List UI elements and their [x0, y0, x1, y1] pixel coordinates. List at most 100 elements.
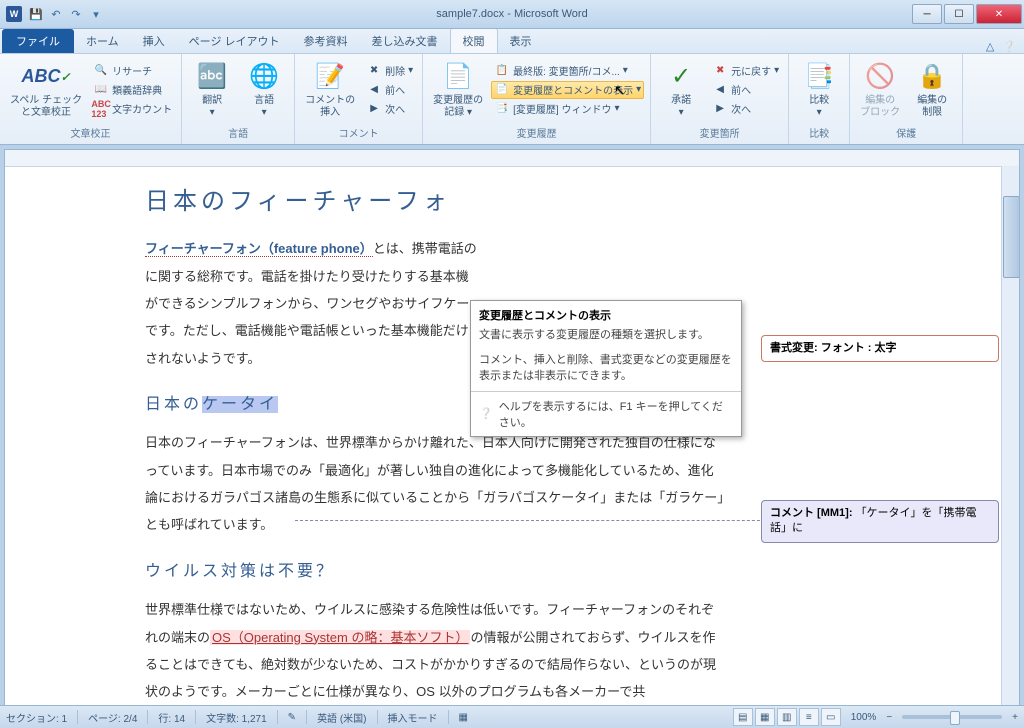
- delete-comment-button[interactable]: ✖削除 ▾: [363, 62, 416, 80]
- scroll-thumb[interactable]: [1003, 196, 1020, 278]
- group-label: 比較: [809, 123, 829, 142]
- zoom-out-button[interactable]: −: [886, 712, 892, 723]
- paragraph: フィーチャーフォン（feature phone）とは、携帯電話の: [145, 235, 725, 262]
- prev-comment-button[interactable]: ◀前へ: [363, 81, 416, 99]
- tab-references[interactable]: 参考資料: [292, 29, 360, 53]
- vertical-scrollbar[interactable]: [1001, 166, 1019, 710]
- doc-icon: 📋: [494, 63, 510, 79]
- status-language[interactable]: 英語 (米国): [317, 710, 366, 725]
- document-page[interactable]: 日本のフィーチャーフォ フィーチャーフォン（feature phone）とは、携…: [5, 167, 755, 711]
- paragraph: 日本のフィーチャーフォンは、世界標準からかけ離れた、日本人向けに開発された独自の…: [145, 429, 725, 538]
- group-compare: 📑比較▾ 比較: [789, 54, 850, 144]
- prev-change-button[interactable]: ◀前へ: [709, 81, 782, 99]
- prev-icon: ◀: [712, 82, 728, 98]
- statusbar: セクション: 1 ページ: 2/4 行: 14 文字数: 1,271 ✎ 英語 …: [0, 705, 1024, 728]
- language-button[interactable]: 🌐言語▾: [240, 59, 288, 121]
- tab-insert[interactable]: 挿入: [131, 29, 177, 53]
- compare-icon: 📑: [803, 61, 835, 93]
- markup-icon: 📄: [494, 82, 510, 98]
- status-page[interactable]: ページ: 2/4: [88, 710, 137, 725]
- compare-button[interactable]: 📑比較▾: [795, 59, 843, 121]
- reviewing-pane-button[interactable]: 📑[変更履歴] ウィンドウ ▾: [491, 100, 644, 118]
- status-insert-mode[interactable]: 挿入モード: [388, 710, 438, 725]
- block-authors-button[interactable]: 🚫編集の ブロック: [856, 59, 904, 121]
- zoom-level[interactable]: 100%: [851, 712, 877, 723]
- insert-comment-button[interactable]: 📝コメントの 挿入: [301, 59, 359, 121]
- fullscreen-view-button[interactable]: ▦: [755, 708, 775, 726]
- help-icon: ❔: [479, 407, 493, 420]
- group-comments: 📝コメントの 挿入 ✖削除 ▾ ◀前へ ▶次へ コメント: [295, 54, 423, 144]
- redo-icon[interactable]: ↷: [68, 6, 84, 22]
- qat-dropdown-icon[interactable]: ▾: [88, 6, 104, 22]
- show-markup-button[interactable]: 📄変更履歴とコメントの表示 ▾: [491, 81, 644, 99]
- tab-file[interactable]: ファイル: [2, 29, 74, 53]
- tooltip-footer: ❔ヘルプを表示するには、F1 キーを押してください。: [471, 391, 741, 436]
- comment-icon: 📝: [314, 61, 346, 93]
- ruler[interactable]: [5, 150, 1019, 167]
- tab-view[interactable]: 表示: [498, 29, 544, 53]
- pane-icon: 📑: [494, 101, 510, 117]
- next-comment-button[interactable]: ▶次へ: [363, 100, 416, 118]
- ribbon: ABC✓スペル チェック と文章校正 🔍リサーチ 📖類義語辞典 ABC123文字…: [0, 54, 1024, 145]
- track-changes-button[interactable]: 📄変更履歴の 記録 ▾: [429, 59, 487, 121]
- macro-icon[interactable]: ▦: [459, 712, 468, 723]
- outline-view-button[interactable]: ≡: [799, 708, 819, 726]
- selected-text: ケータイ: [202, 396, 278, 413]
- tab-layout[interactable]: ページ レイアウト: [177, 29, 292, 53]
- status-line[interactable]: 行: 14: [158, 710, 185, 725]
- status-words[interactable]: 文字数: 1,271: [206, 710, 267, 725]
- group-label: 変更履歴: [517, 123, 557, 142]
- tab-review[interactable]: 校閲: [450, 28, 498, 53]
- maximize-button[interactable]: ☐: [944, 4, 974, 24]
- paragraph: に関する総称です。電話を掛けたり受けたりする基本機: [145, 263, 725, 290]
- word-icon: W: [6, 6, 22, 22]
- view-buttons: ▤ ▦ ▥ ≡ ▭: [733, 708, 841, 726]
- tooltip-body: コメント、挿入と削除、書式変更などの変更履歴を表示または非表示にできます。: [471, 350, 741, 391]
- thesaurus-icon: 📖: [93, 82, 109, 98]
- block-icon: 🚫: [864, 61, 896, 93]
- accept-button[interactable]: ✓承諾▾: [657, 59, 705, 121]
- web-layout-view-button[interactable]: ▥: [777, 708, 797, 726]
- research-button[interactable]: 🔍リサーチ: [90, 62, 175, 80]
- balloon-comment-mm1[interactable]: コメント [MM1]: 「ケータイ」を「携帯電話」に: [761, 500, 999, 543]
- translate-icon: 🔤: [196, 61, 228, 93]
- lock-icon: 🔒: [916, 61, 948, 93]
- wordcount-button[interactable]: ABC123文字カウント: [90, 100, 175, 118]
- proofing-icon[interactable]: ✎: [288, 712, 296, 723]
- minimize-button[interactable]: ─: [912, 4, 942, 24]
- tab-home[interactable]: ホーム: [74, 29, 131, 53]
- thesaurus-button[interactable]: 📖類義語辞典: [90, 81, 175, 99]
- zoom-slider-thumb[interactable]: [950, 711, 960, 725]
- zoom-in-button[interactable]: +: [1012, 712, 1018, 723]
- zoom-slider[interactable]: [902, 715, 1002, 719]
- translate-button[interactable]: 🔤翻訳▾: [188, 59, 236, 121]
- balloon-format-change[interactable]: 書式変更: フォント : 太字: [761, 335, 999, 362]
- quick-access-toolbar: 💾 ↶ ↷ ▾: [28, 6, 104, 22]
- tab-mailings[interactable]: 差し込み文書: [360, 29, 450, 53]
- reject-button[interactable]: ✖元に戻す ▾: [709, 62, 782, 80]
- restrict-editing-button[interactable]: 🔒編集の 制限: [908, 59, 956, 121]
- abc-check-icon: ABC✓: [30, 61, 62, 93]
- tooltip-body: 文書に表示する変更履歴の種類を選択します。: [471, 325, 741, 350]
- draft-view-button[interactable]: ▭: [821, 708, 841, 726]
- print-layout-view-button[interactable]: ▤: [733, 708, 753, 726]
- delete-icon: ✖: [366, 63, 382, 79]
- feature-phone-link: フィーチャーフォン（feature phone）: [145, 241, 373, 257]
- reject-icon: ✖: [712, 63, 728, 79]
- save-icon[interactable]: 💾: [28, 6, 44, 22]
- group-label: 文章校正: [71, 123, 111, 142]
- spellcheck-button[interactable]: ABC✓スペル チェック と文章校正: [6, 59, 86, 121]
- undo-icon[interactable]: ↶: [48, 6, 64, 22]
- heading-1: 日本のフィーチャーフォ: [145, 177, 725, 227]
- wordcount-icon: ABC123: [93, 101, 109, 117]
- heading-2: ウイルス対策は不要？: [145, 555, 725, 589]
- minimize-ribbon-icon[interactable]: △: [986, 40, 994, 53]
- next-icon: ▶: [712, 101, 728, 117]
- help-icon[interactable]: ❔: [1002, 40, 1016, 53]
- display-for-review-dropdown[interactable]: 📋最終版: 変更箇所/コメ... ▾: [491, 62, 644, 80]
- status-section[interactable]: セクション: 1: [6, 710, 67, 725]
- window-title: sample7.docx - Microsoft Word: [436, 8, 587, 20]
- next-change-button[interactable]: ▶次へ: [709, 100, 782, 118]
- close-button[interactable]: ✕: [976, 4, 1022, 24]
- comment-line: [295, 520, 785, 522]
